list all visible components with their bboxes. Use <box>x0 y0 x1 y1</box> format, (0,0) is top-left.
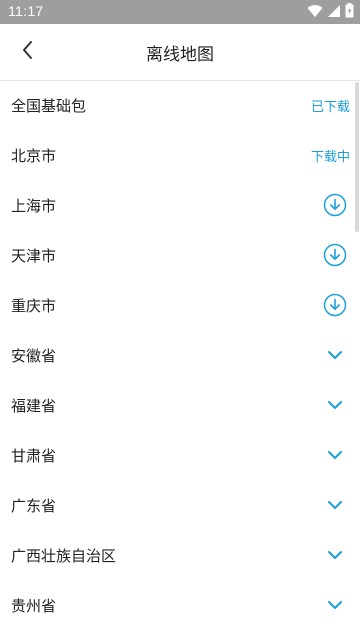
item-name: 安徽省 <box>11 346 57 365</box>
item-name: 重庆市 <box>11 296 57 315</box>
list-item[interactable]: 安徽省 <box>0 330 360 380</box>
list-item[interactable]: 福建省 <box>0 380 360 430</box>
status-bar: 11:17 <box>0 0 360 24</box>
list-item[interactable]: 全国基础包 已下载 <box>0 80 360 130</box>
signal-icon <box>327 3 341 22</box>
list-item[interactable]: 贵州省 <box>0 580 360 630</box>
chevron-down-icon[interactable] <box>323 543 347 567</box>
item-name: 天津市 <box>11 246 57 265</box>
scrollbar[interactable] <box>355 82 359 232</box>
list-item[interactable]: 广西壮族自治区 <box>0 530 360 580</box>
battery-icon <box>345 2 354 22</box>
list-item[interactable]: 天津市 <box>0 230 360 280</box>
chevron-down-icon[interactable] <box>323 393 347 417</box>
download-status-label: 下载中 <box>310 149 350 165</box>
item-name: 广东省 <box>11 496 57 515</box>
item-name: 全国基础包 <box>11 96 87 115</box>
download-circle-icon[interactable] <box>323 293 347 317</box>
chevron-down-icon[interactable] <box>323 343 347 367</box>
chevron-down-icon[interactable] <box>323 493 347 517</box>
item-name: 北京市 <box>11 146 57 165</box>
app-bar: 离线地图 <box>0 24 360 81</box>
list-item[interactable]: 上海市 <box>0 180 360 230</box>
download-status-label: 已下载 <box>310 99 350 115</box>
list-item[interactable]: 重庆市 <box>0 280 360 330</box>
item-name: 福建省 <box>11 396 57 415</box>
chevron-down-icon[interactable] <box>323 593 347 617</box>
item-name: 贵州省 <box>11 596 57 615</box>
page-title: 离线地图 <box>146 45 214 65</box>
list-item[interactable]: 甘肃省 <box>0 430 360 480</box>
city-list: 全国基础包 已下载 北京市 下载中 上海市 天津市 重庆市 安徽省 福建省 甘肃… <box>0 80 360 640</box>
download-circle-icon[interactable] <box>323 193 347 217</box>
item-name: 甘肃省 <box>11 446 57 465</box>
list-item[interactable]: 广东省 <box>0 480 360 530</box>
status-time: 11:17 <box>8 3 44 19</box>
status-icons <box>307 2 354 22</box>
download-circle-icon[interactable] <box>323 243 347 267</box>
wifi-icon <box>307 3 323 22</box>
chevron-down-icon[interactable] <box>323 443 347 467</box>
item-name: 广西壮族自治区 <box>11 546 117 565</box>
item-name: 上海市 <box>11 196 57 215</box>
list-item[interactable]: 北京市 下载中 <box>0 130 360 180</box>
